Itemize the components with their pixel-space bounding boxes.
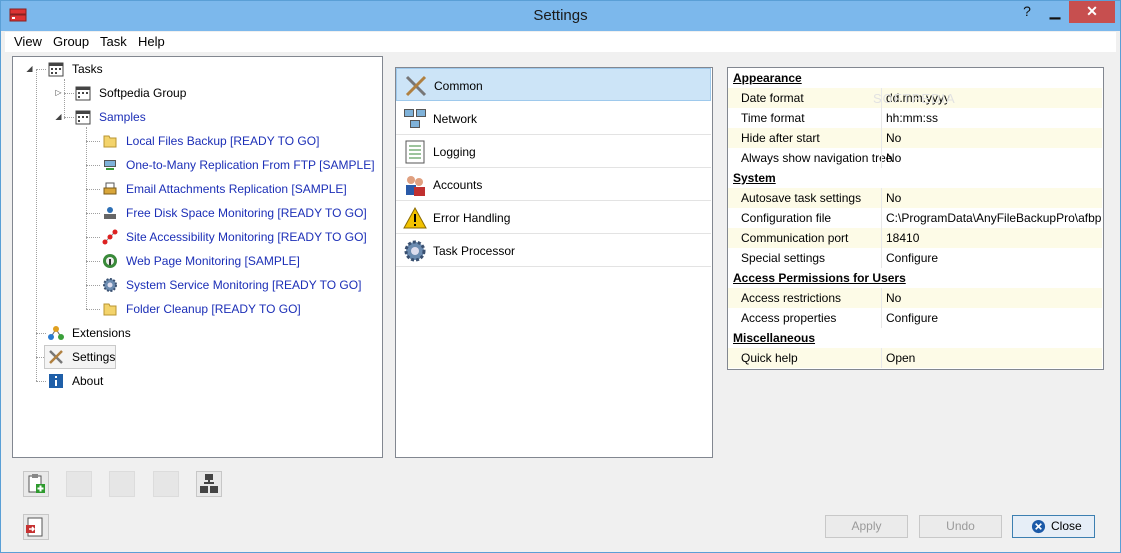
menu-group[interactable]: Group (53, 34, 89, 49)
info-icon (49, 374, 63, 388)
property-grid[interactable]: Appearance Date format dd.mm.yyyy Time f… (727, 67, 1104, 370)
property-row[interactable]: Communication port 18410 (728, 228, 1102, 248)
category-logging[interactable]: Logging (396, 135, 711, 168)
tree-line (86, 285, 100, 286)
tree-line (64, 93, 74, 94)
property-row[interactable]: Quick help Open (728, 348, 1102, 368)
tree-line (86, 309, 100, 310)
apply-button[interactable]: Apply (825, 515, 908, 538)
category-common[interactable]: Common (396, 68, 711, 101)
property-row[interactable]: Time format hh:mm:ss (728, 108, 1102, 128)
undo-button[interactable]: Undo (919, 515, 1002, 538)
printer-icon (103, 182, 117, 195)
collapse-icon[interactable]: ◢ (25, 64, 34, 73)
window-title: Settings (533, 7, 588, 24)
category-accounts[interactable]: Accounts (396, 168, 711, 201)
tree-line (86, 213, 100, 214)
section-miscellaneous: Miscellaneous (733, 331, 816, 345)
property-row[interactable]: Access restrictions No (728, 288, 1102, 308)
close-circle-icon (1031, 519, 1046, 534)
property-row[interactable]: Access properties Configure (728, 308, 1102, 328)
toolbar-button[interactable] (66, 471, 92, 497)
property-row[interactable]: Autosave task settings No (728, 188, 1102, 208)
warning-icon (403, 206, 427, 229)
category-task-processor[interactable]: Task Processor (396, 234, 711, 267)
tree-line (36, 69, 46, 70)
section-access-permissions: Access Permissions for Users (733, 271, 906, 285)
exit-door-icon (26, 517, 43, 537)
toolbar-button[interactable] (109, 471, 135, 497)
globe-icon (103, 254, 117, 268)
calendar-icon (75, 86, 91, 101)
settings-window: Settings ? ▁ ✕ View Group Task Help ◢ Ta… (0, 0, 1121, 553)
tree-line (86, 165, 100, 166)
category-error-handling[interactable]: Error Handling (396, 201, 711, 234)
network-icon (404, 109, 426, 128)
calendar-icon (48, 62, 64, 77)
tree-line (36, 333, 46, 334)
disk-icon (104, 207, 116, 219)
clipboard-add-icon (28, 474, 45, 493)
property-row[interactable]: Always show navigation tree No (728, 148, 1102, 168)
tree-line (86, 261, 100, 262)
calendar-icon (75, 110, 91, 125)
users-icon (406, 176, 425, 196)
tree-line (86, 141, 100, 142)
tree-line (64, 117, 74, 118)
collapse-icon[interactable]: ◢ (54, 112, 63, 121)
tree-line (86, 127, 87, 309)
property-row[interactable]: Hide after start No (728, 128, 1102, 148)
tree-line (36, 69, 37, 381)
category-list[interactable]: Common Network Logging Accounts Error Ha… (395, 67, 713, 458)
close-button[interactable]: Close (1012, 515, 1095, 538)
property-row[interactable]: Configuration file C:\ProgramData\AnyFil… (728, 208, 1102, 228)
tree-line (86, 237, 100, 238)
toolbar-button[interactable] (153, 471, 179, 497)
extensions-icon (48, 326, 64, 340)
gear-icon (103, 278, 117, 292)
exit-button[interactable] (23, 514, 49, 540)
tree-line (64, 79, 65, 119)
network-nodes-icon (102, 229, 118, 245)
menu-task[interactable]: Task (100, 34, 127, 49)
tree-line (86, 189, 100, 190)
expand-icon[interactable]: ▷ (54, 88, 63, 97)
navigation-tree[interactable]: ◢ Tasks ▷ Softpedia Group ◢ Samples Loca… (12, 56, 383, 458)
folder-icon (103, 135, 117, 148)
log-document-icon (405, 140, 425, 164)
tools-icon (49, 350, 63, 364)
category-network[interactable]: Network (396, 102, 711, 135)
tools-icon (405, 75, 427, 97)
tree-line (36, 381, 46, 382)
ftp-server-icon (104, 160, 116, 170)
folder-icon (103, 303, 117, 316)
menu-view[interactable]: View (14, 34, 42, 49)
close-button-label: Close (1051, 519, 1082, 533)
title-bar: Settings ? ▁ ✕ (1, 1, 1120, 31)
property-row[interactable]: Special settings Configure (728, 248, 1102, 268)
section-appearance: Appearance (733, 71, 802, 85)
close-window-button[interactable]: ✕ (1069, 1, 1115, 23)
menu-help[interactable]: Help (138, 34, 165, 49)
help-window-button[interactable]: ? (1013, 1, 1041, 23)
new-task-button[interactable] (23, 471, 49, 497)
minimize-button[interactable]: ▁ (1041, 1, 1069, 23)
menu-bar: View Group Task Help (5, 32, 1116, 52)
section-system: System (733, 171, 776, 185)
watermark: SOFTPEDIA (873, 91, 956, 106)
run-scheduler-button[interactable] (196, 471, 222, 497)
gear-icon (404, 240, 426, 262)
tree-structure-icon (200, 474, 218, 493)
